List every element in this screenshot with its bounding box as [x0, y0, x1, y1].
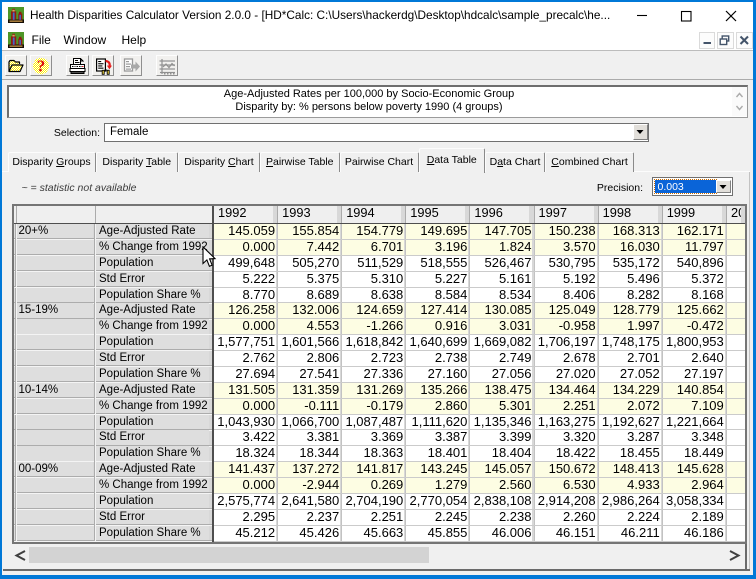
svg-text:?: ?	[37, 58, 46, 75]
